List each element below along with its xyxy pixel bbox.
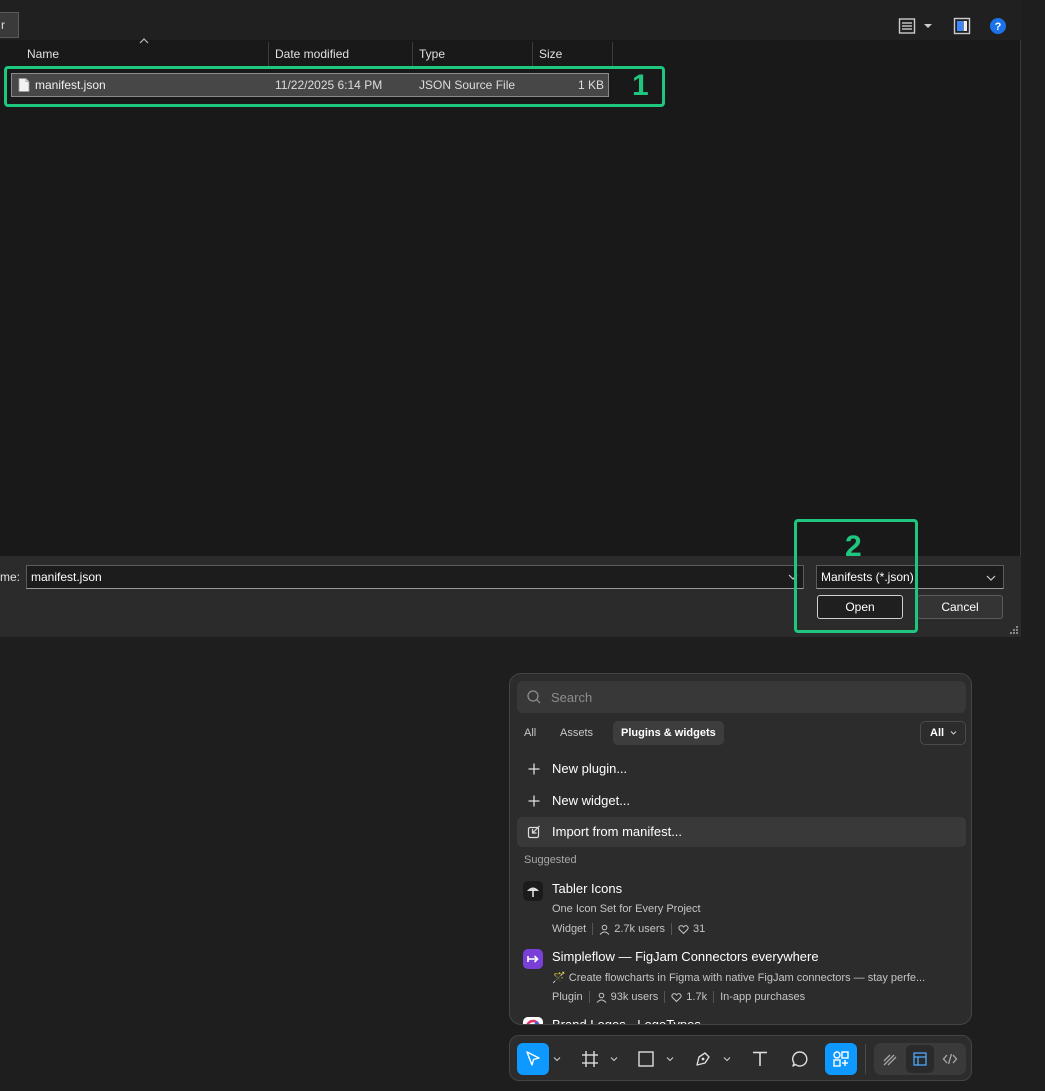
tabler-icons-logo-icon <box>523 881 543 901</box>
plugin-meta: Widget 2.7k users 31 <box>552 923 705 935</box>
filter-dropdown[interactable]: All <box>920 721 966 745</box>
import-icon <box>527 825 540 839</box>
plugins-icon <box>833 1051 849 1067</box>
annotation-number-2: 2 <box>845 530 862 563</box>
pen-icon <box>696 1052 710 1066</box>
draw-mode-button[interactable] <box>876 1045 904 1073</box>
svg-text:?: ? <box>995 21 1002 33</box>
search-input[interactable] <box>551 681 956 713</box>
move-tool-button[interactable] <box>517 1043 549 1075</box>
plugin-users: 93k users <box>610 991 659 1003</box>
column-header-size[interactable]: Size <box>533 42 613 66</box>
pen-tool-button[interactable] <box>687 1043 719 1075</box>
column-header-name[interactable]: Name <box>21 42 269 66</box>
toolbar-divider <box>865 1044 866 1074</box>
filter-dropdown-value: All <box>930 727 945 739</box>
plus-icon <box>528 763 540 775</box>
design-icon <box>913 1052 927 1066</box>
file-name-input[interactable]: manifest.json <box>26 565 804 589</box>
plugin-kind: Plugin <box>552 991 583 1003</box>
details-view-icon[interactable] <box>898 17 916 35</box>
help-icon[interactable]: ? <box>989 17 1007 35</box>
chevron-down-icon[interactable] <box>723 1056 731 1062</box>
resources-tool-button[interactable] <box>825 1043 857 1075</box>
suggested-item-brand-logos[interactable]: Brand Logos - LogoTypes <box>517 1015 966 1025</box>
heart-icon <box>671 992 682 1002</box>
frame-icon <box>582 1051 598 1067</box>
chevron-down-icon[interactable] <box>610 1056 618 1062</box>
simpleflow-logo-icon <box>523 949 543 969</box>
bottom-toolbar <box>509 1035 972 1081</box>
action-label: Import from manifest... <box>552 824 683 839</box>
suggested-section-title: Suggested <box>524 854 577 866</box>
plugin-extra: In-app purchases <box>720 991 806 1003</box>
plugin-likes: 31 <box>693 923 706 935</box>
cancel-button[interactable]: Cancel <box>917 595 1003 619</box>
breadcrumb-button[interactable]: r <box>0 12 19 38</box>
tab-plugins-widgets[interactable]: Plugins & widgets <box>613 721 724 745</box>
frame-tool-button[interactable] <box>574 1043 606 1075</box>
tab-assets[interactable]: Assets <box>552 721 601 745</box>
user-icon <box>596 992 606 1003</box>
suggested-item-tabler-icons[interactable]: Tabler Icons One Icon Set for Every Proj… <box>517 879 966 941</box>
plugin-meta: Plugin 93k users 1.7k In-app purchases <box>552 991 805 1003</box>
plugin-description: One Icon Set for Every Project <box>552 903 701 915</box>
rectangle-icon <box>638 1051 654 1067</box>
file-name-label: me: <box>0 570 21 584</box>
new-widget-action[interactable]: New widget... <box>517 786 966 816</box>
design-mode-button[interactable] <box>906 1045 934 1073</box>
search-icon <box>527 690 541 704</box>
chevron-down-icon[interactable] <box>666 1056 674 1062</box>
action-label: New widget... <box>552 793 631 808</box>
resize-grip-icon[interactable] <box>1009 625 1019 635</box>
action-label: New plugin... <box>552 761 628 776</box>
plugin-description: 🪄 Create flowcharts in Figma with native… <box>552 972 926 984</box>
plugin-name: Simpleflow — FigJam Connectors everywher… <box>552 949 819 964</box>
search-box[interactable] <box>517 681 966 713</box>
column-header-date-modified[interactable]: Date modified <box>269 42 413 66</box>
user-icon <box>599 924 610 935</box>
column-header-type[interactable]: Type <box>413 42 533 66</box>
plugin-name: Brand Logos - LogoTypes <box>552 1017 701 1025</box>
plugin-likes: 1.7k <box>686 991 708 1003</box>
chevron-down-icon[interactable] <box>553 1056 561 1062</box>
annotation-number-1: 1 <box>632 69 649 102</box>
dialog-address-bar: r ? <box>0 0 1021 40</box>
text-tool-button[interactable] <box>744 1043 776 1075</box>
comment-tool-button[interactable] <box>784 1043 816 1075</box>
brand-logos-logo-icon <box>523 1017 543 1024</box>
shape-tool-button[interactable] <box>630 1043 662 1075</box>
plugin-name: Tabler Icons <box>552 881 623 896</box>
annotation-box-1 <box>4 66 665 107</box>
import-from-manifest-action[interactable]: Import from manifest... <box>517 817 966 847</box>
dev-mode-button[interactable] <box>936 1045 964 1073</box>
chevron-down-icon <box>986 575 996 581</box>
mode-switcher <box>874 1043 966 1075</box>
draw-icon <box>883 1054 897 1066</box>
move-icon <box>526 1051 540 1066</box>
chevron-down-icon <box>950 731 957 735</box>
comment-icon <box>792 1051 808 1067</box>
plugin-users: 2.7k users <box>614 923 665 935</box>
heart-icon <box>678 924 689 934</box>
plus-icon <box>528 795 540 807</box>
text-icon <box>753 1051 767 1066</box>
suggested-item-simpleflow[interactable]: Simpleflow — FigJam Connectors everywher… <box>517 947 966 1009</box>
preview-pane-icon[interactable] <box>953 17 971 35</box>
dev-icon <box>942 1053 958 1065</box>
tab-all[interactable]: All <box>516 721 544 745</box>
plugin-kind: Widget <box>552 923 587 935</box>
column-header-row: Name Date modified Type Size <box>0 42 613 66</box>
view-options-chevron-icon[interactable] <box>922 17 934 35</box>
resources-panel: All Assets Plugins & widgets All New plu… <box>509 673 972 1025</box>
new-plugin-action[interactable]: New plugin... <box>517 754 966 784</box>
